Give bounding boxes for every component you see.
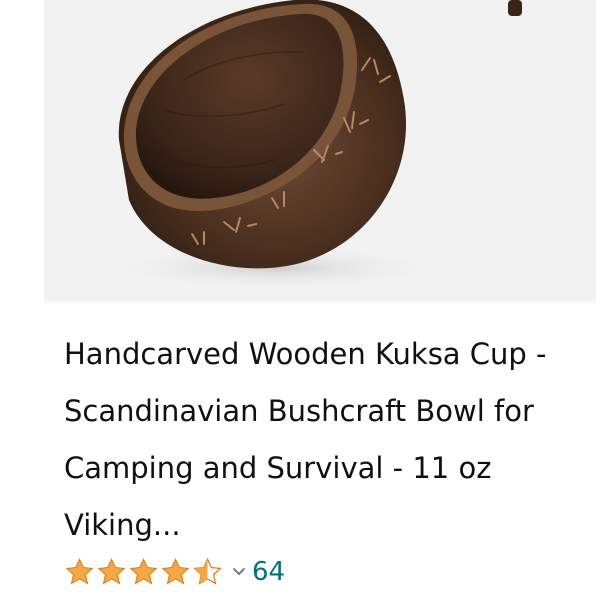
review-count-link[interactable]: 64 [252,552,285,592]
product-title[interactable]: Handcarved Wooden Kuksa Cup - Scandinavi… [64,326,584,554]
star-full-icon [129,558,158,585]
chevron-down-icon[interactable] [232,567,246,577]
product-card[interactable]: Handcarved Wooden Kuksa Cup - Scandinavi… [44,0,596,600]
rating-row[interactable]: 64 [64,552,285,592]
star-full-icon [65,558,94,585]
product-image[interactable] [44,0,596,302]
star-rating[interactable] [64,557,224,587]
kuksa-cup-photo-icon [104,0,522,290]
star-half-icon [193,557,222,585]
star-full-icon [161,558,190,585]
star-full-icon [97,558,126,585]
